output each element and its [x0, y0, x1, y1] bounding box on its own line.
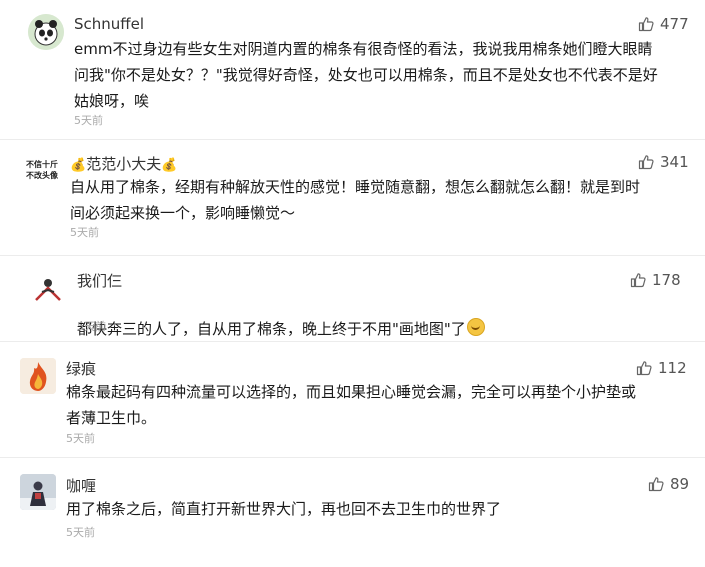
thumbs-up-icon: [636, 361, 652, 376]
thumbs-up-icon: [638, 155, 654, 170]
comment-item: 咖喱 用了棉条之后，简直打开新世界大门，再也回不去卫生巾的世界了 5天前 89: [0, 458, 705, 567]
avatar-caption: 不信十斤 不改头像: [26, 160, 58, 180]
like-button[interactable]: 89: [648, 474, 689, 494]
like-button[interactable]: 178: [630, 270, 681, 290]
timestamp: 5天前: [66, 432, 95, 445]
thumbs-up-icon: [630, 273, 646, 288]
like-count: 477: [660, 15, 689, 33]
timestamp: 5天前: [77, 320, 106, 333]
avatar[interactable]: [28, 14, 64, 50]
like-button[interactable]: 477: [638, 14, 689, 34]
comment-item: 绿痕 棉条最起码有四种流量可以选择的，而且如果担心睡觉会漏，完全可以再垫个小护垫…: [0, 342, 705, 458]
avatar[interactable]: [30, 270, 66, 306]
avatar[interactable]: [20, 358, 56, 394]
like-button[interactable]: 341: [638, 152, 689, 172]
comment-text: 都快奔三的人了，自从用了棉条，晚上终于不用"画地图"了: [77, 290, 677, 342]
laughing-emoji-icon: [466, 318, 485, 336]
thumbs-up-icon: [648, 477, 664, 492]
comment-text: 用了棉条之后，简直打开新世界大门，再也回不去卫生巾的世界了: [66, 500, 502, 518]
like-count: 89: [670, 475, 690, 493]
comment-text: emm不过身边有些女生对阴道内置的棉条有很奇怪的看法，我说我用棉条她们瞪大眼睛 …: [74, 40, 658, 110]
username[interactable]: 绿痕: [66, 358, 96, 379]
username[interactable]: Schnuffel: [74, 15, 144, 33]
comment-item: Schnuffel emm不过身边有些女生对阴道内置的棉条有很奇怪的看法，我说我…: [0, 0, 705, 140]
like-count: 112: [658, 359, 687, 377]
username[interactable]: 💰范范小大夫💰: [70, 153, 177, 174]
thumbs-up-icon: [638, 17, 654, 32]
comment-text: 自从用了棉条，经期有种解放天性的感觉！睡觉随意翻，想怎么翻就怎么翻！就是到时 间…: [70, 178, 641, 222]
avatar[interactable]: [20, 474, 56, 510]
comment-item: 我们仨 都快奔三的人了，自从用了棉条，晚上终于不用"画地图"了 5天前 178: [0, 256, 705, 342]
money-bag-icon: 💰: [161, 158, 178, 173]
comment-text-body: 都快奔三的人了，自从用了棉条，晚上终于不用"画地图"了: [77, 320, 466, 338]
money-bag-icon: 💰: [70, 158, 87, 173]
username[interactable]: 咖喱: [66, 475, 96, 496]
avatar[interactable]: 不信十斤 不改头像: [22, 153, 62, 189]
comment-item: 不信十斤 不改头像 💰范范小大夫💰 自从用了棉条，经期有种解放天性的感觉！睡觉随…: [0, 140, 705, 256]
panda-avatar-icon: [28, 14, 64, 50]
timestamp: 5天前: [74, 114, 103, 127]
username-text: 范范小大夫: [86, 155, 162, 173]
like-count: 178: [652, 271, 681, 289]
timestamp: 5天前: [66, 526, 95, 539]
comment-text: 棉条最起码有四种流量可以选择的，而且如果担心睡觉会漏，完全可以再垫个小护垫或 者…: [66, 383, 637, 427]
figure-avatar-icon: [35, 279, 61, 301]
like-count: 341: [660, 153, 689, 171]
photo-avatar-icon: [20, 474, 56, 510]
username[interactable]: 我们仨: [77, 270, 122, 291]
like-button[interactable]: 112: [636, 358, 687, 378]
timestamp: 5天前: [70, 226, 99, 239]
fire-avatar-icon: [20, 358, 56, 394]
